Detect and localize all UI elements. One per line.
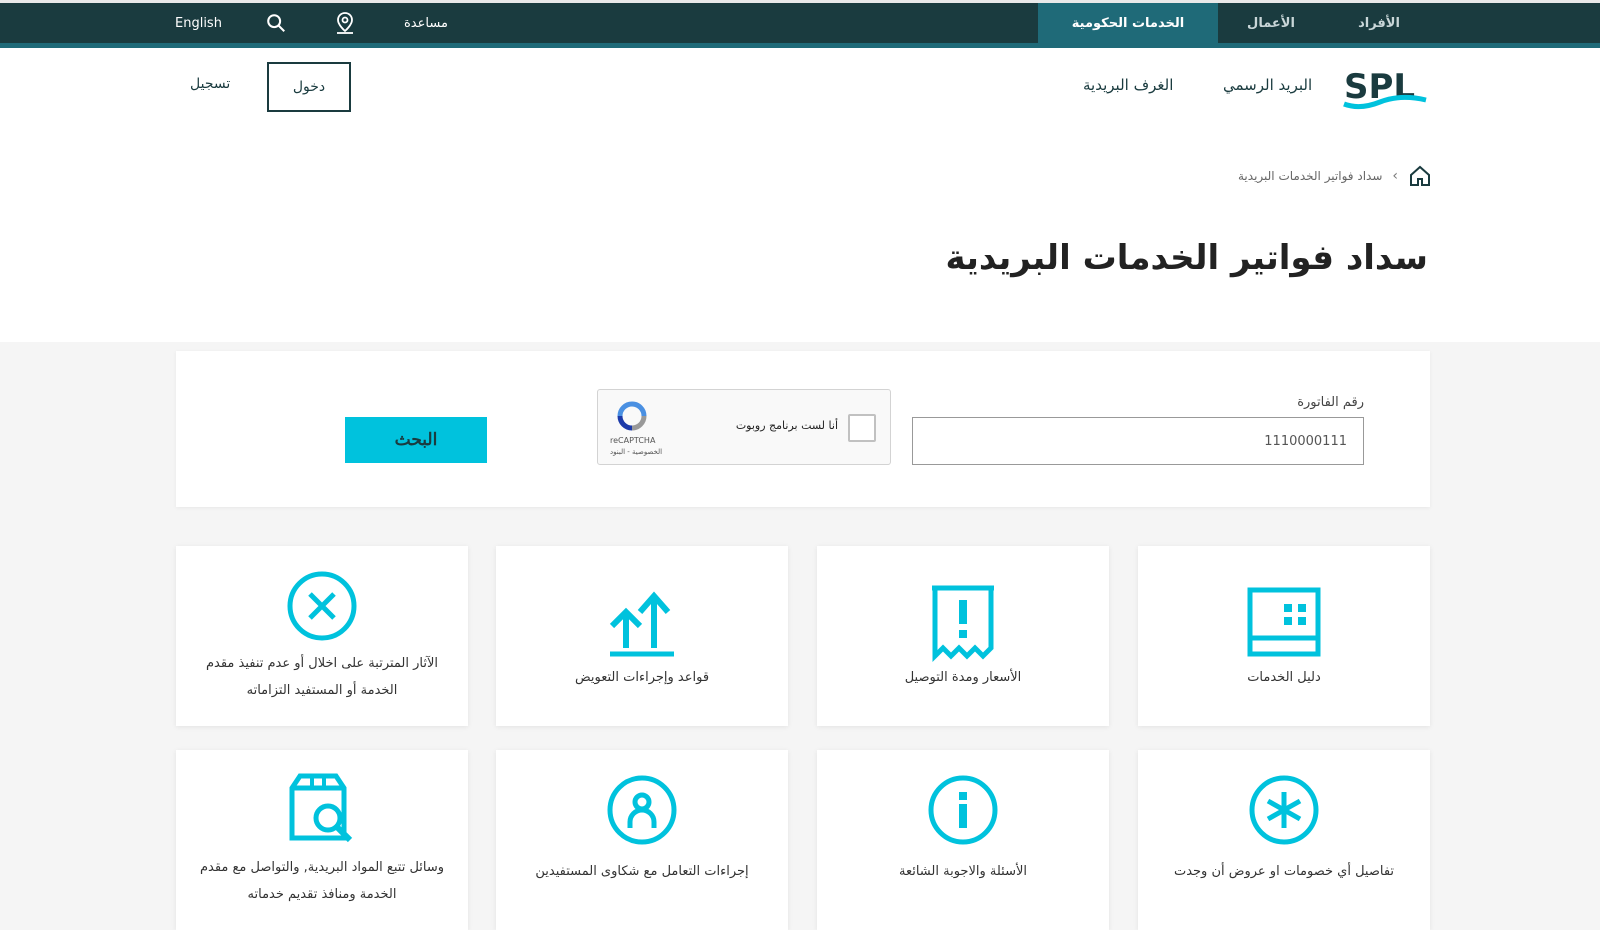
language-switch[interactable]: English (175, 3, 222, 43)
breadcrumb-current: سداد فواتير الخدمات البريدية (1238, 169, 1383, 183)
main-header: SPL البريد الرسمي الغرف البريدية دخول تس… (0, 48, 1600, 132)
card-discounts-offers[interactable]: تفاصيل أي خصومات او عروض أن وجدت (1138, 750, 1430, 930)
tab-government-services[interactable]: الخدمات الحكومية (1038, 3, 1218, 43)
card-services-guide[interactable]: دليل الخدمات (1138, 546, 1430, 726)
info-circle-icon (928, 775, 998, 845)
nav-label: الغرف البريدية (1083, 76, 1174, 94)
nav-mail-rooms[interactable]: الغرف البريدية (1083, 76, 1173, 94)
page-title: سداد فواتير الخدمات البريدية (945, 238, 1428, 278)
spl-logo[interactable]: SPL (1340, 64, 1430, 114)
invoice-search-form: رقم الفاتورة أنا لست برنامج روبوت reCAPT… (176, 351, 1430, 507)
card-label: دليل الخدمات (1247, 670, 1321, 685)
tab-business[interactable]: الأعمال (1217, 3, 1325, 43)
tab-label: الأعمال (1247, 15, 1295, 31)
tab-label: الأفراد (1358, 15, 1400, 31)
card-breach-effects[interactable]: الآثار المترتبة على اخلال أو عدم تنفيذ م… (176, 546, 468, 726)
location-icon[interactable] (333, 3, 357, 43)
language-label: English (175, 15, 222, 31)
card-label: قواعد وإجراءات التعويض (574, 670, 710, 685)
help-link[interactable]: مساعدة (404, 3, 448, 43)
grid-panel-icon (1247, 587, 1321, 657)
recaptcha-label: أنا لست برنامج روبوت (735, 419, 838, 432)
card-label: إجراءات التعامل مع شكاوى المستفيدين (535, 864, 749, 879)
register-label: تسجيل (190, 76, 231, 92)
search-button[interactable]: البحث (345, 417, 487, 463)
card-label: الآثار المترتبة على اخلال أو عدم تنفيذ م… (205, 656, 439, 698)
tab-individuals[interactable]: الأفراد (1316, 3, 1442, 43)
card-compensation-rules[interactable]: قواعد وإجراءات التعويض (496, 546, 788, 726)
nav-official-mail[interactable]: البريد الرسمي (1223, 76, 1312, 94)
recaptcha-brand: reCAPTCHA (610, 436, 656, 445)
card-tracking-contact[interactable]: وسائل تتبع المواد البريدية, والتواصل مع … (176, 750, 468, 930)
register-link[interactable]: تسجيل (190, 76, 230, 92)
double-arrow-up-icon (609, 591, 674, 657)
card-label: الأسعار ومدة التوصيل (904, 670, 1022, 685)
card-label: تفاصيل أي خصومات او عروض أن وجدت (1173, 864, 1395, 879)
search-icon[interactable] (265, 3, 287, 43)
invoice-number-label: رقم الفاتورة (1297, 395, 1364, 410)
home-icon[interactable] (1408, 164, 1432, 188)
recaptcha-links[interactable]: الخصوصية - البنود (610, 448, 662, 456)
tab-label: الخدمات الحكومية (1071, 15, 1185, 31)
login-button[interactable]: دخول (267, 62, 351, 112)
chevron-left-icon: ‹ (1392, 168, 1398, 184)
card-prices-delivery[interactable]: الأسعار ومدة التوصيل (817, 546, 1109, 726)
card-label: وسائل تتبع المواد البريدية, والتواصل مع … (199, 860, 445, 902)
recaptcha-checkbox[interactable] (848, 414, 876, 442)
top-bar: الأفراد الأعمال الخدمات الحكومية مساعدة … (0, 0, 1600, 48)
asterisk-circle-icon (1249, 775, 1319, 845)
recaptcha-logo-icon (617, 401, 647, 431)
invoice-number-input[interactable] (912, 417, 1364, 465)
card-complaints-procedures[interactable]: إجراءات التعامل مع شكاوى المستفيدين (496, 750, 788, 930)
breadcrumb: سداد فواتير الخدمات البريدية ‹ (1238, 164, 1432, 188)
user-circle-icon (607, 775, 677, 845)
close-circle-icon (287, 571, 357, 641)
card-label: الأسئلة والاجوبة الشائعة (898, 864, 1027, 879)
login-label: دخول (292, 79, 326, 95)
nav-label: البريد الرسمي (1223, 76, 1313, 94)
help-label: مساعدة (404, 15, 448, 31)
receipt-alert-icon (932, 585, 994, 663)
card-faq[interactable]: الأسئلة والاجوبة الشائعة (817, 750, 1109, 930)
recaptcha-widget: أنا لست برنامج روبوت reCAPTCHA الخصوصية … (597, 389, 891, 465)
box-search-icon (289, 773, 353, 843)
